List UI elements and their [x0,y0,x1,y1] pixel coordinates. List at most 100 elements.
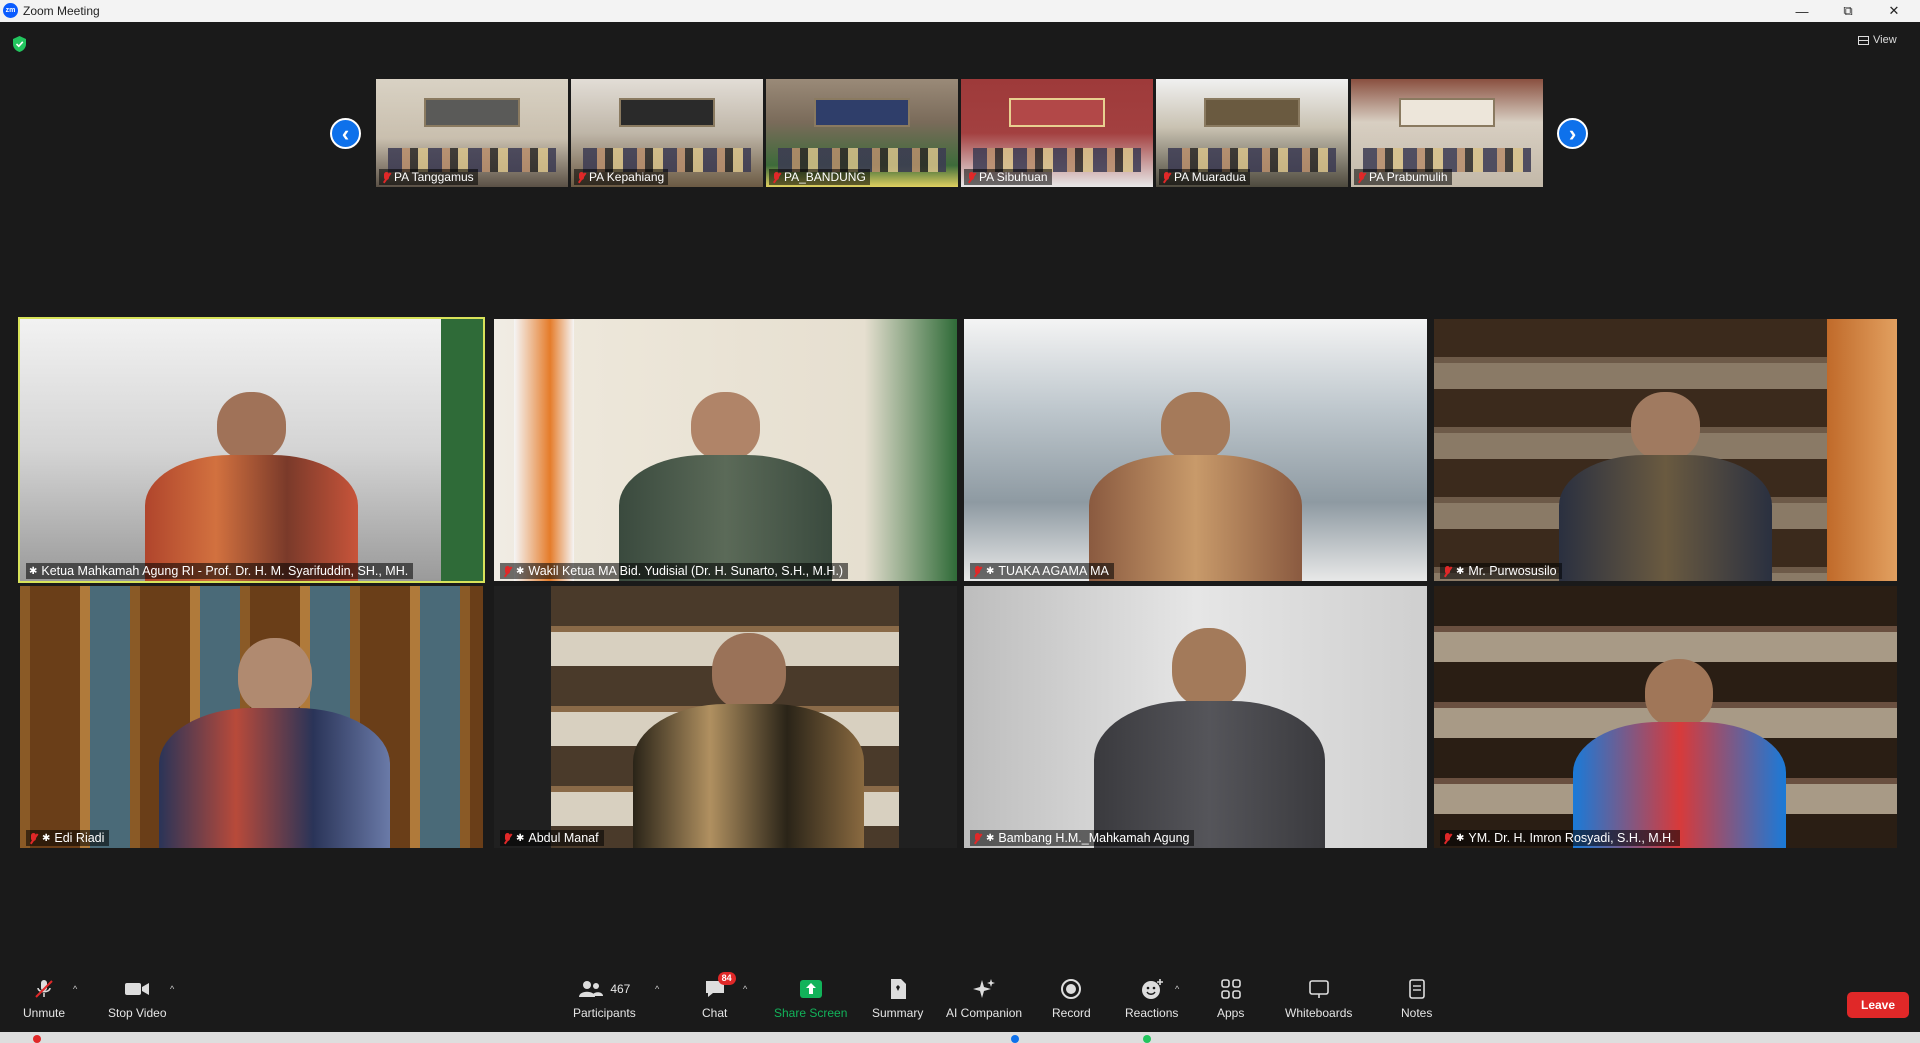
participant-video [1089,392,1302,581]
strip-thumbnail[interactable]: PA_BANDUNG [766,79,958,187]
participant-video [632,633,865,848]
video-tile[interactable]: ✱ Wakil Ketua MA Bid. Yudisial (Dr. H. S… [494,319,957,581]
taskbar-indicator [1011,1035,1019,1043]
participant-video [237,638,312,714]
chat-options-chevron-icon[interactable]: ^ [743,984,747,994]
apps-label: Apps [1217,1006,1245,1020]
video-tile-active-speaker[interactable]: ✱ Ketua Mahkamah Agung RI - Prof. Dr. H.… [18,317,485,583]
apps-button[interactable]: Apps [1217,978,1244,1020]
thumbnail-name: PA Muaradua [1174,170,1246,184]
participant-name: Abdul Manaf [528,831,599,845]
participants-button[interactable]: 467 Participants [573,978,636,1020]
encryption-shield-icon[interactable] [12,36,27,52]
minimize-icon[interactable]: — [1779,0,1825,22]
video-tile[interactable]: ✱ YM. Dr. H. Imron Rosyadi, S.H., M.H. [1434,586,1897,848]
strip-thumbnail[interactable]: PA Muaradua [1156,79,1348,187]
notes-label: Notes [1401,1006,1433,1020]
video-options-chevron-icon[interactable]: ^ [170,984,174,994]
strip-next-arrow-icon[interactable]: › [1557,118,1588,149]
mic-muted-icon [1443,565,1452,577]
strip-previous-arrow-icon[interactable]: ‹ [330,118,361,149]
leave-button[interactable]: Leave [1847,992,1909,1018]
participant-name: Wakil Ketua MA Bid. Yudisial (Dr. H. Sun… [528,564,844,578]
participant-video [1645,659,1714,728]
video-tile[interactable]: ✱ TUAKA AGAMA MA [964,319,1427,581]
participant-name-tag: ✱ TUAKA AGAMA MA [970,563,1114,579]
participant-video [1559,392,1772,581]
participant-video [619,454,832,581]
mic-muted-icon [967,171,976,183]
participant-video [217,392,286,461]
layout-grid-icon [1858,35,1869,45]
thumbnail-name: PA Prabumulih [1369,170,1448,184]
chat-label: Chat [702,1006,728,1020]
audio-options-chevron-icon[interactable]: ^ [73,984,77,994]
summary-button[interactable]: Summary [872,978,923,1020]
thumbnail-scene [424,98,520,127]
record-button[interactable]: Record [1052,978,1091,1020]
participant-video [145,454,358,581]
chat-button[interactable]: 84 Chat [702,972,736,1020]
thumbnail-scene [814,98,910,127]
view-button-label: View [1873,34,1897,46]
thumbnail-name-tag: PA Prabumulih [1354,169,1452,185]
mic-muted-icon [1357,171,1366,183]
share-screen-label: Share Screen [774,1006,848,1020]
window-title: Zoom Meeting [23,4,100,18]
thumbnail-scene [1009,98,1105,127]
video-background [441,319,483,581]
ai-companion-label: AI Companion [946,1006,1023,1020]
video-background [514,319,574,581]
share-screen-button[interactable]: Share Screen [774,978,847,1020]
view-button[interactable]: View [1858,34,1897,46]
thumbnail-name: PA Sibuhuan [979,170,1048,184]
whiteboard-icon [1308,978,1330,1000]
participant-name: Ketua Mahkamah Agung RI - Prof. Dr. H. M… [41,564,409,578]
mic-muted-icon [1162,171,1171,183]
participant-video [158,707,391,848]
participants-options-chevron-icon[interactable]: ^ [655,984,659,994]
reactions-options-chevron-icon[interactable]: ^ [1175,984,1179,994]
participant-name-tag: ✱ YM. Dr. H. Imron Rosyadi, S.H., M.H. [1440,830,1680,846]
video-tile[interactable]: ✱ Bambang H.M._Mahkamah Agung [964,586,1427,848]
strip-thumbnail[interactable]: PA Prabumulih [1351,79,1543,187]
participant-name-tag: ✱ Edi Riadi [26,830,110,846]
mic-muted-icon [577,171,586,183]
notes-button[interactable]: Notes [1401,978,1432,1020]
close-icon[interactable]: ✕ [1871,0,1917,22]
thumbnail-name-tag: PA Kepahiang [574,169,669,185]
restore-icon[interactable]: ⧉ [1825,0,1871,22]
video-tile[interactable]: ✱ Mr. Purwosusilo [1434,319,1897,581]
stop-video-button[interactable]: Stop Video [108,978,167,1020]
reactions-button[interactable]: Reactions [1125,978,1178,1020]
whiteboards-label: Whiteboards [1285,1006,1353,1020]
taskbar-edge [0,1032,1920,1043]
strip-thumbnail[interactable]: PA Tanggamus [376,79,568,187]
video-tile[interactable]: ✱ Edi Riadi [20,586,483,848]
record-label: Record [1052,1006,1091,1020]
strip-thumbnail[interactable]: PA Kepahiang [571,79,763,187]
participant-video [1093,700,1326,848]
ai-companion-button[interactable]: AI Companion [946,978,1022,1020]
thumbnail-scene [1399,98,1495,127]
participant-video [619,392,832,581]
pin-icon: ✱ [516,832,525,844]
participant-video [691,392,760,461]
participant-name: Mr. Purwosusilo [1468,564,1557,578]
participant-video [1572,659,1786,848]
participant-video [1559,454,1772,581]
strip-thumbnail[interactable]: PA Sibuhuan [961,79,1153,187]
pin-icon: ✱ [42,832,51,844]
chat-unread-badge: 84 [717,972,736,985]
pin-icon: ✱ [986,565,995,577]
pin-icon: ✱ [516,565,525,577]
participant-name-tag: ✱ Wakil Ketua MA Bid. Yudisial (Dr. H. S… [500,563,849,579]
mic-muted-icon [382,171,391,183]
participant-video [145,392,358,581]
mic-muted-icon [772,171,781,183]
video-tile[interactable]: ✱ Abdul Manaf [494,586,957,848]
unmute-button[interactable]: Unmute [23,978,65,1020]
participants-label: Participants [573,1006,636,1020]
thumbnail-name-tag: PA Tanggamus [379,169,478,185]
whiteboards-button[interactable]: Whiteboards [1285,978,1352,1020]
